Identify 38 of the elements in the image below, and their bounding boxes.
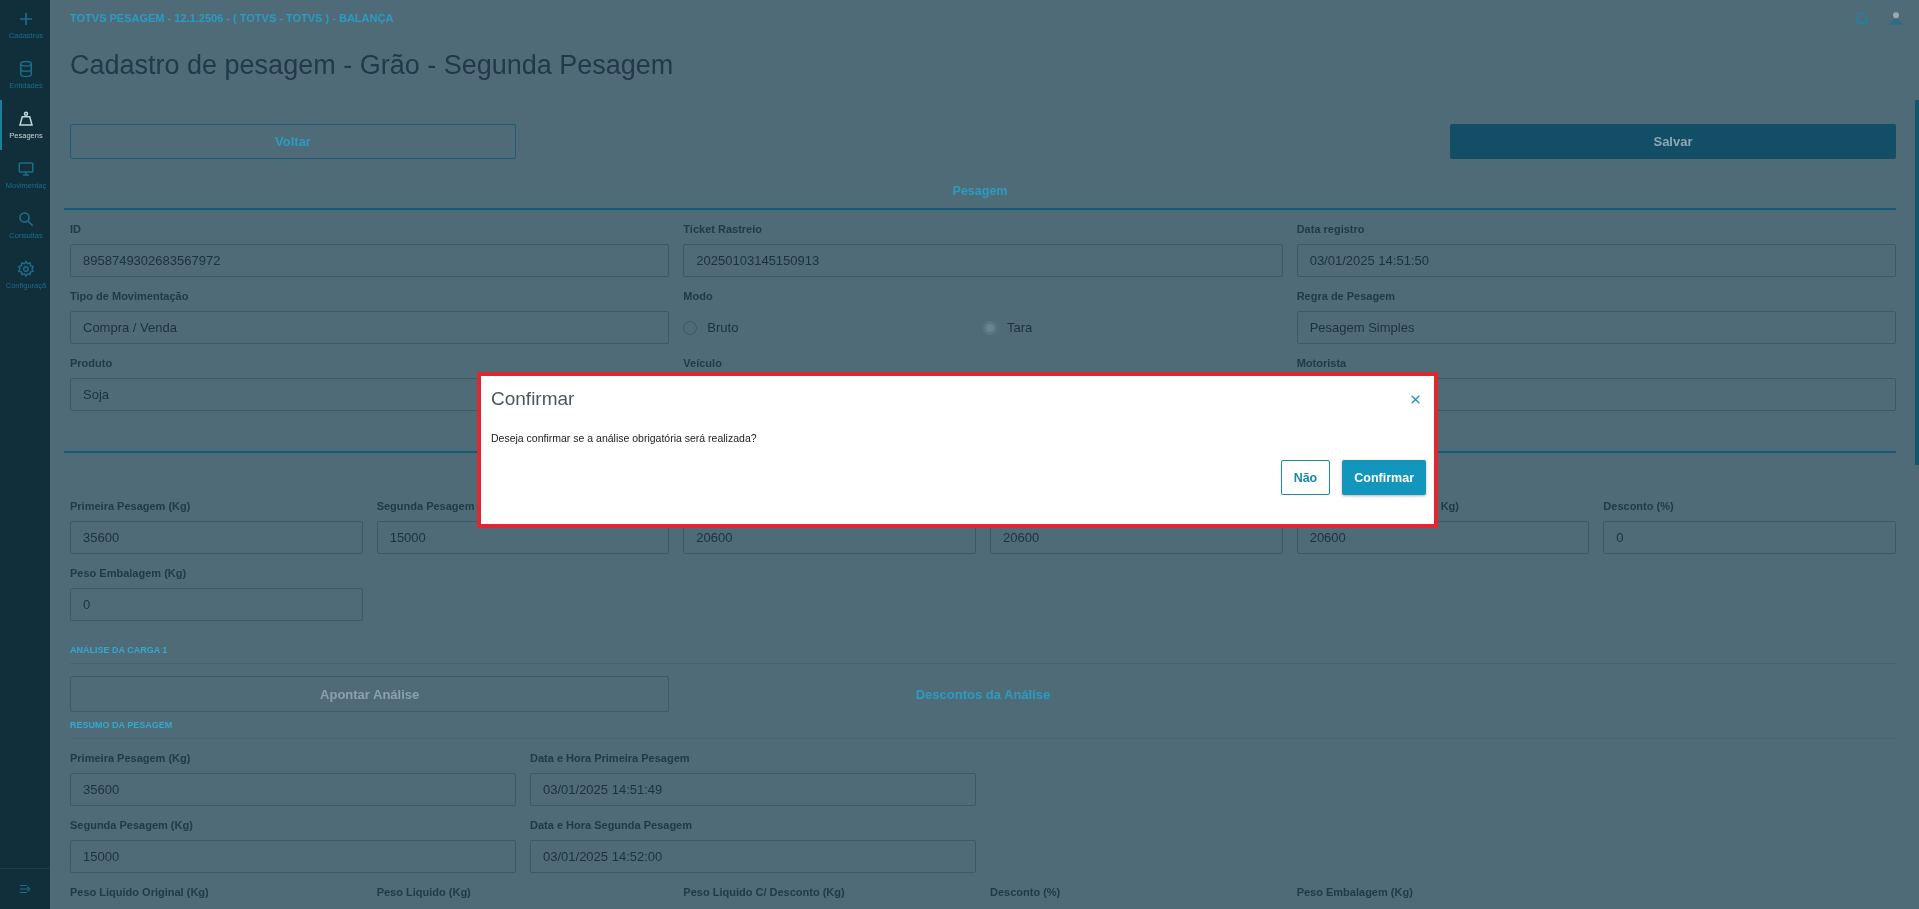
input-field[interactable]: 0 (70, 588, 363, 621)
notifications-button[interactable] (1854, 10, 1870, 26)
input-field[interactable]: 35600 (70, 773, 516, 806)
input-field[interactable]: 03/01/2025 14:51:49 (530, 773, 976, 806)
input-field[interactable]: 8958749302683567972 (70, 244, 670, 277)
input-field[interactable]: Pesagem Simples (1296, 311, 1896, 344)
plus-icon (17, 10, 35, 28)
input-field[interactable]: 15000 (70, 840, 516, 873)
input-field[interactable]: 20250103145150913 (683, 244, 1283, 277)
monitor-icon (17, 160, 35, 178)
back-button[interactable]: Voltar (70, 124, 516, 159)
settings-icon (17, 260, 35, 278)
input-field[interactable]: 03/01/2025 14:52:00 (530, 840, 976, 873)
input-field[interactable]: Compra / Venda (70, 311, 670, 344)
input-field[interactable]: 35600 (70, 521, 363, 554)
section-heading: ANÁLISE DA CARGA 1 (70, 645, 168, 655)
dialog-message: Deseja confirmar se a análise obrigatória será realizada? (491, 432, 758, 444)
confirm-button[interactable]: Confirmar (1342, 460, 1426, 495)
radio-label: Tara (1007, 320, 1033, 335)
input-field[interactable]: 0 (1603, 521, 1896, 554)
dialog-title: Confirmar (491, 388, 575, 410)
no-button[interactable]: Não (1280, 460, 1331, 495)
scrollbar[interactable] (1915, 100, 1919, 465)
search-icon (17, 210, 35, 228)
user-avatar-icon (1888, 10, 1904, 26)
save-button[interactable]: Salvar (1450, 124, 1896, 159)
menu-collapse-icon (18, 882, 32, 896)
user-button[interactable] (1888, 10, 1904, 26)
radio-button[interactable] (983, 320, 997, 335)
input-field[interactable]: 03/01/2025 14:51:50 (1296, 244, 1896, 277)
weight-icon (17, 110, 35, 128)
section-heading: RESUMO DA PESAGEM (70, 720, 173, 730)
discounts-link[interactable]: Descontos da Análise (915, 686, 1051, 702)
app-title: TOTVS PESAGEM - 12.1.2506 - ( TOTVS - TOTVS ) - BALANÇA (70, 12, 394, 24)
section-tab[interactable]: Pesagem (952, 184, 1008, 198)
database-icon (17, 60, 35, 78)
radio-label: Bruto (707, 320, 739, 335)
bell-icon (1854, 10, 1870, 26)
